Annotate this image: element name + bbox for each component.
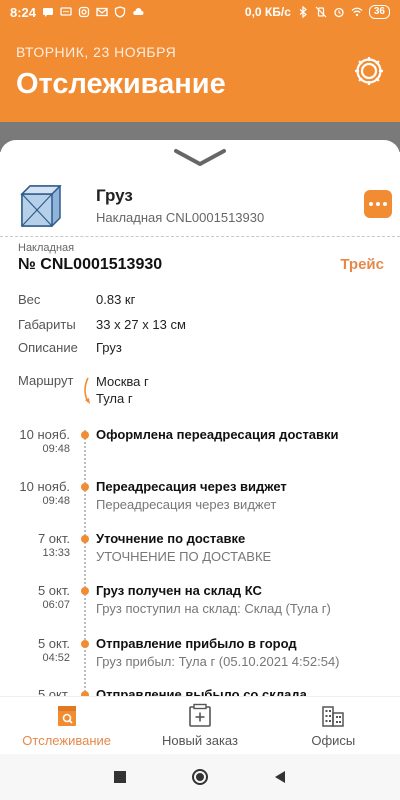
- event-time: 13:33: [42, 547, 70, 559]
- timeline-dot-icon: [81, 431, 89, 439]
- detail-key-description: Описание: [18, 340, 78, 355]
- event-description: Груз поступил на склад: Склад (Тула г): [96, 601, 331, 616]
- dot-icon: [369, 202, 373, 206]
- event-description: Переадресация через виджет: [96, 497, 277, 512]
- app-header: ВТОРНИК, 23 НОЯБРЯ Отслеживание: [0, 24, 400, 122]
- route-arrow-icon: [84, 377, 90, 404]
- offices-building-icon: [322, 706, 345, 727]
- event-date: 5 окт.: [37, 636, 70, 651]
- instagram-icon: [78, 6, 90, 18]
- invoice-number: № CNL0001513930: [18, 256, 163, 273]
- timeline-event: 10 нояб. 09:48 Переадресация через видже…: [0, 479, 400, 529]
- event-title: Уточнение по доставке: [96, 531, 246, 546]
- event-time: 04:52: [42, 652, 70, 664]
- timeline-dot-icon: [81, 640, 89, 648]
- triangle-back-icon: [275, 771, 285, 783]
- cloud-icon: [133, 8, 144, 15]
- timeline-dot-icon: [81, 483, 89, 491]
- nav-label: Отслеживание: [22, 733, 112, 748]
- shipment-sheet: Груз Накладная CNL0001513930 Накладная №…: [0, 140, 400, 696]
- detail-key-weight: Вес: [18, 292, 41, 307]
- event-date: 7 окт.: [37, 531, 70, 546]
- event-date: 5 окт.: [37, 687, 70, 696]
- battery-icon: 36: [368, 5, 390, 19]
- cargo-title: Груз: [96, 186, 133, 205]
- event-date: 5 окт.: [37, 583, 70, 598]
- shield-icon: [114, 6, 126, 18]
- message-icon: [43, 8, 54, 17]
- back-button[interactable]: [270, 767, 290, 787]
- detail-value-weight: 0.83 кг: [96, 292, 136, 307]
- nav-label: Офисы: [311, 733, 356, 748]
- event-time: 09:48: [42, 443, 70, 455]
- event-title: Отправление выбыло со склада: [96, 687, 307, 696]
- home-button[interactable]: [190, 767, 210, 787]
- nav-item-new-order[interactable]: Новый заказ: [133, 697, 266, 754]
- timeline-event: 5 окт. 06:07 Груз получен на склад КС Гр…: [0, 583, 400, 633]
- route-from: Москва г: [96, 374, 149, 389]
- dot-icon: [376, 202, 380, 206]
- nav-label: Новый заказ: [162, 733, 238, 748]
- event-time: 06:07: [42, 599, 70, 611]
- circle-icon: [192, 769, 208, 785]
- cargo-summary: Груз Накладная CNL0001513930: [0, 176, 400, 236]
- detail-value-dimensions: 33 х 27 х 13 см: [96, 317, 186, 332]
- nav-item-tracking[interactable]: Отслеживание: [0, 697, 133, 754]
- detail-key-dimensions: Габариты: [18, 317, 76, 332]
- dot-icon: [383, 202, 387, 206]
- recent-apps-button[interactable]: [110, 767, 130, 787]
- header-date: ВТОРНИК, 23 НОЯБРЯ: [16, 44, 177, 60]
- event-time: 09:48: [42, 495, 70, 507]
- timeline-event: 10 нояб. 09:48 Оформлена переадресация д…: [0, 427, 400, 477]
- timeline-event: 5 окт. 04:52 Отправление прибыло в город…: [0, 636, 400, 686]
- page-title: Отслеживание: [16, 68, 226, 100]
- cargo-subtitle: Накладная CNL0001513930: [96, 210, 265, 225]
- timeline-dot-icon: [81, 535, 89, 543]
- wifi-icon: [351, 7, 363, 17]
- alarm-icon: [334, 7, 344, 18]
- nav-item-offices[interactable]: Офисы: [267, 697, 400, 754]
- event-date: 10 нояб.: [19, 479, 70, 494]
- tracking-box-icon: [57, 706, 76, 726]
- event-title: Переадресация через виджет: [96, 479, 287, 494]
- net-speed: 0,0 КБ/с: [244, 5, 291, 19]
- settings-gear-icon[interactable]: [352, 54, 386, 88]
- timeline-event: 7 окт. 13:33 Уточнение по доставке УТОЧН…: [0, 531, 400, 581]
- bluetooth-icon: [299, 6, 307, 18]
- system-navigation-bar: [0, 754, 400, 800]
- event-date: 10 нояб.: [19, 427, 70, 442]
- chat-icon: [60, 7, 72, 16]
- event-title: Груз получен на склад КС: [96, 583, 262, 598]
- new-order-icon: [189, 703, 211, 727]
- trace-link[interactable]: Трейс: [340, 256, 384, 273]
- timeline-event: 5 окт. Отправление выбыло со склада: [0, 687, 400, 696]
- detail-value-description: Груз: [96, 340, 122, 355]
- cargo-box-icon: [20, 185, 62, 227]
- mail-icon: [96, 7, 108, 17]
- route-label: Маршрут: [18, 373, 74, 388]
- status-bar: 8:24 0,0 КБ/с 36: [0, 0, 400, 24]
- invoice-label: Накладная: [18, 242, 75, 254]
- event-title: Отправление прибыло в город: [96, 636, 297, 651]
- event-description: УТОЧНЕНИЕ ПО ДОСТАВКЕ: [96, 549, 272, 564]
- event-title: Оформлена переадресация доставки: [96, 427, 339, 442]
- vibrate-off-icon: [315, 6, 327, 18]
- divider: [0, 236, 400, 237]
- status-time: 8:24: [10, 4, 37, 20]
- route-to: Тула г: [96, 391, 133, 406]
- square-icon: [114, 771, 126, 783]
- more-options-button[interactable]: [364, 190, 392, 218]
- event-description: Груз прибыл: Тула г (05.10.2021 4:52:54): [96, 654, 340, 669]
- timeline-dot-icon: [81, 587, 89, 595]
- bottom-navigation: Отслеживание Новый заказ Офисы: [0, 696, 400, 754]
- chevron-down-icon[interactable]: [173, 148, 227, 168]
